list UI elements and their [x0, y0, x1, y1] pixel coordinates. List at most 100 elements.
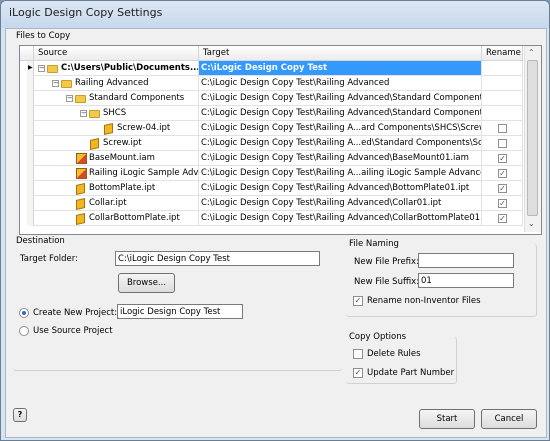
row-selector[interactable]: [27, 211, 34, 226]
rename-checkbox[interactable]: ✓: [498, 214, 507, 223]
rename-non-inventor-label[interactable]: Rename non-Inventor Files: [367, 296, 481, 306]
source-cell[interactable]: − SHCS: [34, 106, 199, 121]
row-selector[interactable]: [27, 151, 34, 166]
source-cell[interactable]: BottomPlate.ipt: [34, 181, 199, 196]
source-cell[interactable]: Railing iLogic Sample Adv...: [34, 166, 199, 181]
files-grid[interactable]: Source Target Rename ▶ − C:\Users\Public…: [19, 45, 542, 235]
target-cell[interactable]: C:\iLogic Design Copy Test\Railing Advan…: [199, 76, 482, 91]
target-cell[interactable]: C:\iLogic Design Copy Test\Railing Advan…: [199, 181, 482, 196]
use-source-project-label[interactable]: Use Source Project: [33, 326, 113, 336]
source-name: Standard Components: [89, 93, 185, 103]
update-part-number-label[interactable]: Update Part Number: [367, 368, 454, 378]
target-folder-input[interactable]: C:\iLogic Design Copy Test: [115, 251, 320, 266]
table-row[interactable]: − SHCS C:\iLogic Design Copy Test\Railin…: [20, 106, 523, 121]
create-new-project-label[interactable]: Create New Project:: [33, 308, 117, 318]
create-new-project-radio[interactable]: [19, 308, 29, 318]
target-cell[interactable]: C:\iLogic Design Copy Test\Railing A...a…: [199, 166, 482, 181]
browse-button[interactable]: Browse...: [118, 273, 175, 293]
table-row[interactable]: Screw-04.ipt C:\iLogic Design Copy Test\…: [20, 121, 523, 136]
table-row[interactable]: BaseMount.iam C:\iLogic Design Copy Test…: [20, 151, 523, 166]
table-row[interactable]: Collar.ipt C:\iLogic Design Copy Test\Ra…: [20, 196, 523, 211]
source-column-header[interactable]: Source: [34, 46, 199, 61]
table-row[interactable]: − Standard Components C:\iLogic Design C…: [20, 91, 523, 106]
update-part-number-checkbox[interactable]: ✓: [353, 368, 363, 378]
rename-column-header[interactable]: Rename: [482, 46, 523, 61]
scroll-down-icon[interactable]: ⌄: [528, 219, 535, 228]
project-name-input[interactable]: iLogic Design Copy Test: [117, 304, 243, 319]
dialog-window: iLogic Design Copy Settings Files to Cop…: [0, 0, 550, 441]
target-cell[interactable]: C:\iLogic Design Copy Test\Railing Advan…: [199, 196, 482, 211]
row-selector[interactable]: [27, 91, 34, 106]
target-cell[interactable]: C:\iLogic Design Copy Test\Railing A...e…: [199, 136, 482, 151]
start-button[interactable]: Start: [419, 409, 475, 429]
source-cell[interactable]: Screw-04.ipt: [34, 121, 199, 136]
rename-checkbox[interactable]: ✓: [498, 184, 507, 193]
source-name: Collar.ipt: [89, 198, 127, 208]
collapse-icon[interactable]: −: [38, 65, 45, 72]
scroll-up-icon[interactable]: ⌃: [528, 48, 535, 57]
source-name: Railing Advanced: [75, 78, 149, 88]
title-bar[interactable]: iLogic Design Copy Settings: [1, 1, 549, 28]
delete-rules-checkbox[interactable]: [353, 349, 363, 359]
collapse-icon[interactable]: −: [52, 80, 59, 87]
folder-icon: [47, 65, 58, 73]
rename-checkbox[interactable]: ✓: [498, 199, 507, 208]
collapse-icon[interactable]: −: [66, 95, 73, 102]
rename-cell: ✓: [482, 211, 523, 226]
grid-vertical-scrollbar[interactable]: ⌃ ⌄: [524, 46, 541, 232]
table-row[interactable]: ▶ − C:\Users\Public\Documents... C:\iLog…: [20, 61, 523, 76]
table-row[interactable]: CollarBottomPlate.ipt C:\iLogic Design C…: [20, 211, 523, 226]
table-row[interactable]: Railing iLogic Sample Adv... C:\iLogic D…: [20, 166, 523, 181]
target-column-header[interactable]: Target: [199, 46, 482, 61]
help-icon: ?: [17, 410, 23, 419]
use-source-project-radio[interactable]: [19, 326, 29, 336]
source-cell[interactable]: BaseMount.iam: [34, 151, 199, 166]
new-file-prefix-label: New File Prefix:: [354, 257, 419, 267]
target-cell[interactable]: C:\iLogic Design Copy Test\Railing Advan…: [199, 151, 482, 166]
target-cell[interactable]: C:\iLogic Design Copy Test\Railing Advan…: [199, 91, 482, 106]
source-cell[interactable]: Collar.ipt: [34, 196, 199, 211]
rename-non-inventor-checkbox[interactable]: ✓: [353, 296, 363, 306]
row-selector[interactable]: [27, 121, 34, 136]
source-name: Railing iLogic Sample Adv...: [89, 168, 199, 178]
window-title: iLogic Design Copy Settings: [9, 6, 163, 19]
help-button[interactable]: ?: [13, 408, 27, 422]
target-cell[interactable]: C:\iLogic Design Copy Test\Railing A...a…: [199, 121, 482, 136]
rename-checkbox[interactable]: [498, 139, 507, 148]
scrollbar-thumb[interactable]: [527, 60, 538, 216]
row-selector[interactable]: [27, 106, 34, 121]
row-selector[interactable]: [27, 181, 34, 196]
row-selector-icon[interactable]: ▶: [27, 61, 34, 76]
rename-cell: [482, 61, 523, 76]
table-row[interactable]: − Railing Advanced C:\iLogic Design Copy…: [20, 76, 523, 91]
rename-checkbox[interactable]: ✓: [498, 154, 507, 163]
delete-rules-label[interactable]: Delete Rules: [367, 349, 421, 359]
row-selector[interactable]: [27, 196, 34, 211]
rename-cell: ✓: [482, 181, 523, 196]
rename-cell: [482, 91, 523, 106]
rename-checkbox[interactable]: [498, 124, 507, 133]
target-cell[interactable]: C:\iLogic Design Copy Test: [199, 61, 482, 76]
row-selector[interactable]: [27, 76, 34, 91]
source-cell[interactable]: CollarBottomPlate.ipt: [34, 211, 199, 226]
cancel-button[interactable]: Cancel: [481, 409, 537, 429]
row-selector[interactable]: [27, 166, 34, 181]
source-cell[interactable]: Screw.ipt: [34, 136, 199, 151]
row-selector[interactable]: [27, 136, 34, 151]
source-name: Screw.ipt: [103, 138, 142, 148]
source-cell[interactable]: − C:\Users\Public\Documents...: [34, 61, 199, 76]
new-file-suffix-input[interactable]: 01: [418, 273, 514, 288]
collapse-icon[interactable]: −: [80, 110, 87, 117]
source-cell[interactable]: − Railing Advanced: [34, 76, 199, 91]
target-cell[interactable]: C:\iLogic Design Copy Test\Railing Advan…: [199, 211, 482, 226]
dialog-client-area: Files to Copy Source Target Rename ▶ − C…: [5, 28, 547, 438]
rename-cell: [482, 76, 523, 91]
rename-cell: [482, 106, 523, 121]
source-name: BaseMount.iam: [89, 153, 155, 163]
table-row[interactable]: Screw.ipt C:\iLogic Design Copy Test\Rai…: [20, 136, 523, 151]
new-file-prefix-input[interactable]: [418, 253, 514, 268]
target-cell[interactable]: C:\iLogic Design Copy Test\Railing Advan…: [199, 106, 482, 121]
table-row[interactable]: BottomPlate.ipt C:\iLogic Design Copy Te…: [20, 181, 523, 196]
rename-checkbox[interactable]: ✓: [498, 169, 507, 178]
source-cell[interactable]: − Standard Components: [34, 91, 199, 106]
